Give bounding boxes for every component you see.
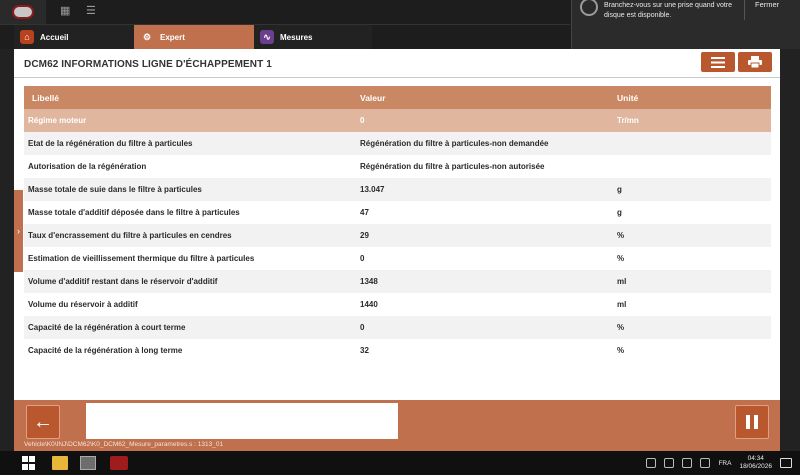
row-value: 0 — [360, 254, 365, 263]
table-row[interactable]: Régime moteur 0 Tr/mn — [24, 109, 771, 132]
row-label: Régime moteur — [28, 116, 87, 125]
row-label: Estimation de vieillissement thermique d… — [28, 254, 255, 263]
clock-date: 18/06/2026 — [739, 463, 772, 470]
network-icon[interactable] — [700, 458, 711, 468]
parameters-table: Libellé Valeur Unité Régime moteur 0 Tr/… — [24, 86, 771, 362]
system-notification[interactable]: Branchez-vous sur une prise quand votre … — [571, 0, 800, 49]
file-explorer-icon[interactable] — [52, 456, 68, 470]
main-panel: DCM62 INFORMATIONS LIGNE D'ÉCHAPPEMENT 1… — [14, 49, 780, 400]
row-value: 0 — [360, 116, 365, 125]
row-label: Taux d'encrassement du filtre à particul… — [28, 231, 232, 240]
volume-icon[interactable] — [682, 458, 693, 468]
column-header-value[interactable]: Valeur — [360, 93, 617, 103]
row-value: 13.047 — [360, 185, 385, 194]
script-path: Vehicle\K0\INJ\DCM62\K0_DCM62_Mesure_par… — [24, 441, 224, 448]
table-row[interactable]: Taux d'encrassement du filtre à particul… — [24, 224, 771, 247]
row-unit: Tr/mn — [617, 116, 639, 125]
clock[interactable]: 04:34 18/06/2026 — [739, 455, 772, 471]
waveform-icon: ∿ — [260, 30, 274, 44]
row-value: 32 — [360, 346, 369, 355]
brand-logo[interactable] — [0, 0, 46, 24]
row-unit: % — [617, 323, 625, 332]
battery-icon[interactable] — [664, 458, 675, 468]
table-row[interactable]: Etat de la régénération du filtre à part… — [24, 132, 771, 155]
grid-view-icon[interactable]: ▦ — [60, 5, 74, 17]
table-row[interactable]: Volume du réservoir à additif 1440 ml — [24, 293, 771, 316]
row-label: Capacité de la régénération à court term… — [28, 323, 186, 332]
row-unit: % — [617, 346, 625, 355]
notification-icon — [580, 0, 598, 16]
arrow-left-icon: ← — [33, 410, 53, 433]
windows-start-icon[interactable] — [22, 456, 36, 470]
row-value: 29 — [360, 231, 369, 240]
row-unit: g — [617, 208, 622, 217]
action-center-icon[interactable] — [780, 458, 792, 468]
row-value: Régénération du filtre à particules-non … — [360, 162, 545, 171]
list-options-button[interactable] — [701, 52, 735, 72]
tab-label: Accueil — [40, 32, 69, 42]
language-indicator[interactable]: FRA — [718, 460, 731, 467]
print-icon — [748, 56, 762, 68]
tab-label: Mesures — [280, 32, 313, 42]
expert-gears-icon: ⚙ — [142, 31, 152, 42]
tab-expert[interactable]: ⚙ Expert — [134, 25, 254, 49]
row-label: Masse totale d'additif déposée dans le f… — [28, 208, 240, 217]
row-label: Volume du réservoir à additif — [28, 300, 138, 309]
row-value: Régénération du filtre à particules-non … — [360, 139, 549, 148]
row-value: 1348 — [360, 277, 378, 286]
row-label: Etat de la régénération du filtre à part… — [28, 139, 193, 148]
app-icon[interactable] — [80, 456, 96, 470]
system-tray: FRA 04:34 18/06/2026 — [646, 451, 800, 475]
citroen-logo-icon — [12, 5, 34, 19]
row-unit: ml — [617, 277, 627, 286]
table-row[interactable]: Estimation de vieillissement thermique d… — [24, 247, 771, 270]
row-unit: % — [617, 254, 625, 263]
table-row[interactable]: Masse totale de suie dans le filtre à pa… — [24, 178, 771, 201]
row-label: Volume d'additif restant dans le réservo… — [28, 277, 218, 286]
table-row[interactable]: Autorisation de la régénération Régénéra… — [24, 155, 771, 178]
side-expand-tab[interactable]: › — [14, 190, 23, 272]
list-view-icon[interactable]: ☰ — [86, 5, 100, 17]
column-header-unit[interactable]: Unité — [617, 93, 771, 103]
pause-button[interactable] — [735, 405, 769, 439]
notification-close-button[interactable]: Fermer — [744, 0, 800, 20]
pause-icon — [744, 415, 760, 429]
tray-app-icon[interactable] — [646, 458, 657, 468]
list-icon — [711, 56, 725, 68]
notification-text: Branchez-vous sur une prise quand votre … — [604, 2, 733, 19]
row-label: Masse totale de suie dans le filtre à pa… — [28, 185, 202, 194]
table-row[interactable]: Volume d'additif restant dans le réservo… — [24, 270, 771, 293]
back-button[interactable]: ← — [26, 405, 60, 439]
diagbox-app-icon[interactable] — [110, 456, 128, 470]
column-header-label[interactable]: Libellé — [24, 93, 360, 103]
clock-time: 04:34 — [747, 455, 764, 462]
tab-mesures[interactable]: ∿ Mesures — [254, 25, 372, 49]
home-icon: ⌂ — [20, 30, 34, 44]
row-label: Capacité de la régénération à long terme — [28, 346, 183, 355]
bottom-bar: ← Vehicle\K0\INJ\DCM62\K0_DCM62_Mesure_p… — [14, 400, 780, 451]
row-unit: % — [617, 231, 625, 240]
table-row[interactable]: Masse totale d'additif déposée dans le f… — [24, 201, 771, 224]
top-bar: ▦ ☰ ⌂ Accueil ⚙ Expert ∿ Mesures Branche… — [0, 0, 800, 49]
windows-taskbar: FRA 04:34 18/06/2026 — [0, 451, 800, 475]
chevron-right-icon: › — [17, 226, 20, 236]
row-value: 47 — [360, 208, 369, 217]
row-unit: ml — [617, 300, 627, 309]
row-unit: g — [617, 185, 622, 194]
title-divider — [14, 77, 780, 78]
page-title: DCM62 INFORMATIONS LIGNE D'ÉCHAPPEMENT 1 — [24, 59, 272, 70]
tab-label: Expert — [160, 32, 185, 42]
table-row[interactable]: Capacité de la régénération à long terme… — [24, 339, 771, 362]
tab-accueil[interactable]: ⌂ Accueil — [14, 25, 134, 49]
message-area — [86, 403, 398, 439]
table-header: Libellé Valeur Unité — [24, 86, 771, 109]
row-value: 1440 — [360, 300, 378, 309]
table-row[interactable]: Capacité de la régénération à court term… — [24, 316, 771, 339]
row-label: Autorisation de la régénération — [28, 162, 147, 171]
print-button[interactable] — [738, 52, 772, 72]
row-value: 0 — [360, 323, 365, 332]
